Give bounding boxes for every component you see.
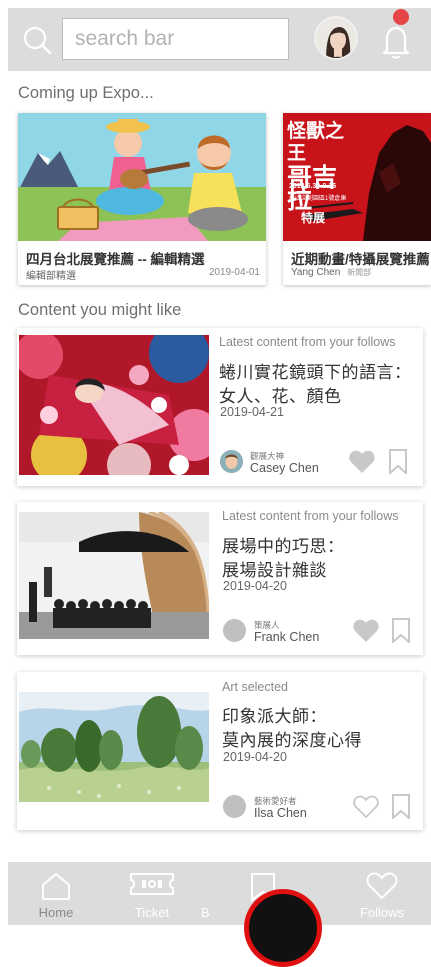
- expo-subtitle: Yang Chen 新聞部: [291, 267, 371, 278]
- poster-text: 松山文創園區1號倉庫: [289, 196, 347, 202]
- expo-card[interactable]: 怪獸之王 哥吉拉 特展 2018.6.30-9.16 松山文創園區1號倉庫 近期…: [283, 113, 431, 285]
- content-date: 2019-04-20: [223, 579, 287, 593]
- tab-ticket[interactable]: Ticket: [112, 862, 192, 925]
- expo-title: 近期動畫/特攝展覽推薦: [291, 252, 430, 267]
- bookmark-icon[interactable]: [392, 794, 410, 819]
- search-icon[interactable]: [22, 25, 52, 55]
- bookmark-icon[interactable]: [392, 618, 410, 643]
- notification-badge: [393, 9, 409, 25]
- tab-label: Follows: [359, 905, 405, 920]
- section-title-content: Content you might like: [18, 301, 182, 319]
- expo-author: Yang Chen: [291, 267, 341, 278]
- content-card[interactable]: Latest content from your follows 蜷川實花鏡頭下…: [17, 328, 423, 486]
- tab-follows[interactable]: Follows: [342, 862, 422, 925]
- expo-author-role: 新聞部: [347, 268, 372, 277]
- bookmark-icon[interactable]: [389, 449, 407, 474]
- bottom-tab-bar: Home Ticket B Follows: [8, 862, 431, 925]
- author-avatar[interactable]: [220, 450, 243, 473]
- content-image: [19, 512, 209, 639]
- bell-icon[interactable]: [378, 20, 414, 60]
- content-card[interactable]: Art selected 印象派大師： 莫內展的深度心得 2019-04-20 …: [17, 672, 423, 830]
- expo-card[interactable]: 四月台北展覽推薦 -- 編輯精選 編輯部精選 2019-04-01: [18, 113, 266, 285]
- home-icon: [42, 873, 70, 900]
- poster-text: 怪獸之王: [287, 121, 345, 164]
- content-date: 2019-04-20: [223, 750, 287, 764]
- content-category: Art selected: [222, 680, 289, 694]
- search-input[interactable]: search bar: [62, 18, 289, 60]
- content-title: 印象派大師：: [222, 707, 327, 726]
- poster-text: 2018.6.30-9.16: [289, 183, 337, 190]
- expo-subtitle: 編輯部精選: [26, 271, 76, 282]
- content-image: [19, 335, 209, 475]
- content-title: 莫內展的深度心得: [222, 731, 362, 750]
- content-image: [19, 692, 209, 802]
- top-bar: search bar: [8, 8, 431, 71]
- heart-icon[interactable]: [353, 619, 379, 643]
- heart-outline-icon[interactable]: [353, 795, 379, 819]
- author-avatar[interactable]: [223, 619, 246, 642]
- content-date: 2019-04-21: [220, 405, 284, 419]
- content-category: Latest content from your follows: [219, 335, 396, 349]
- user-avatar[interactable]: [314, 16, 358, 60]
- poster-text: 特展: [301, 211, 326, 225]
- floating-action-button[interactable]: [244, 889, 322, 967]
- ticket-icon: [130, 873, 174, 895]
- author-avatar[interactable]: [223, 795, 246, 818]
- author-name[interactable]: Frank Chen: [254, 630, 319, 644]
- expo-date: 2019-04-01: [208, 267, 260, 278]
- tab-label: Ticket: [134, 905, 170, 920]
- expo-image: [18, 113, 266, 241]
- heart-icon[interactable]: [349, 450, 375, 474]
- content-category: Latest content from your follows: [222, 509, 399, 523]
- content-title: 女人、花、顏色: [219, 387, 342, 406]
- expo-image: 怪獸之王 哥吉拉 特展 2018.6.30-9.16 松山文創園區1號倉庫: [283, 113, 431, 241]
- heart-icon: [366, 872, 398, 900]
- author-name[interactable]: Casey Chen: [250, 461, 319, 475]
- section-title-coming-up: Coming up Expo...: [18, 84, 154, 102]
- author-name[interactable]: Ilsa Chen: [254, 806, 307, 820]
- tab-home[interactable]: Home: [16, 862, 96, 925]
- content-title: 展場設計雜談: [222, 561, 327, 580]
- expo-title: 四月台北展覽推薦 -- 編輯精選: [26, 252, 205, 267]
- content-title: 展場中的巧思：: [222, 537, 345, 556]
- content-title: 蜷川實花鏡頭下的語言：: [219, 363, 412, 382]
- tab-label: Home: [38, 905, 74, 920]
- content-card[interactable]: Latest content from your follows 展場中的巧思：…: [17, 502, 423, 655]
